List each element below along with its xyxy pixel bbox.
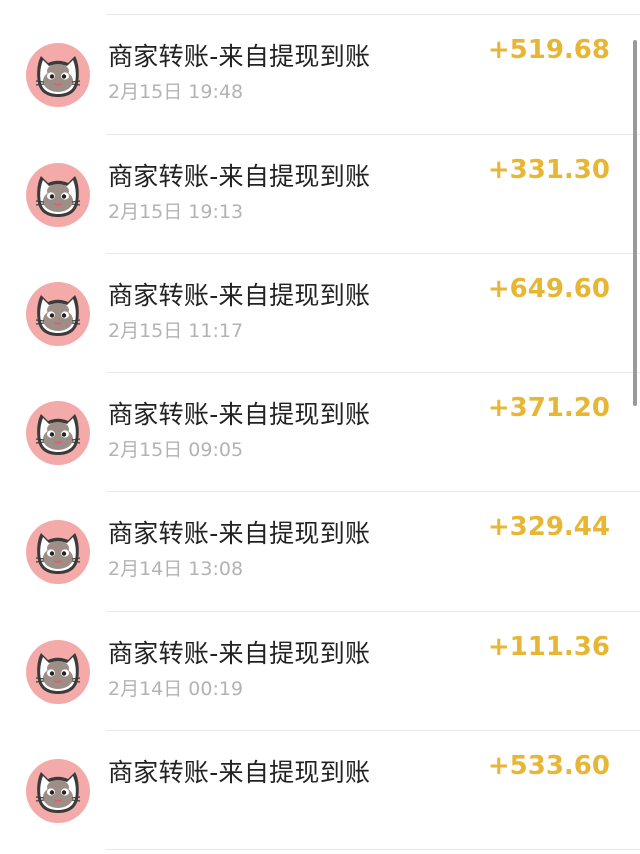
transaction-amount: +519.68 xyxy=(487,35,610,66)
scrollbar[interactable] xyxy=(633,40,637,406)
transaction-title: 商家转账-来自提现到账 xyxy=(108,758,371,788)
transaction-time: 2月15日 11:17 xyxy=(108,319,244,342)
transaction-title: 商家转账-来自提现到账 xyxy=(108,519,371,549)
transaction-row[interactable]: 商家转账-来自提现到账 2月14日 00:19 +111.36 xyxy=(0,612,640,732)
transaction-title: 商家转账-来自提现到账 xyxy=(108,400,371,430)
transaction-title: 商家转账-来自提现到账 xyxy=(108,638,371,668)
transaction-time: 2月15日 19:13 xyxy=(108,200,244,223)
cat-face-icon xyxy=(26,759,90,824)
transaction-row[interactable]: 商家转账-来自提现到账 2月16日 08:02 +484.00 xyxy=(0,0,640,16)
transaction-title: 商家转账-来自提现到账 xyxy=(108,280,371,310)
cat-face-icon xyxy=(26,401,90,466)
transaction-amount: +111.36 xyxy=(487,631,610,662)
transaction-row[interactable]: 商家转账-来自提现到账 2月14日 13:08 +329.44 xyxy=(0,492,640,612)
transaction-row[interactable]: 商家转账-来自提现到账 +533.60 xyxy=(0,731,640,851)
transaction-time: 2月15日 19:48 xyxy=(108,81,244,104)
transaction-amount: +649.60 xyxy=(487,273,610,304)
transaction-amount: +533.60 xyxy=(487,751,610,782)
transaction-row[interactable]: 商家转账-来自提现到账 2月15日 19:13 +331.30 xyxy=(0,135,640,254)
cat-face-icon xyxy=(26,281,90,346)
cat-face-icon xyxy=(26,162,90,227)
transaction-amount: +331.30 xyxy=(487,154,610,185)
cat-face-icon xyxy=(26,43,90,108)
transaction-time: 2月15日 09:05 xyxy=(108,439,244,462)
transaction-time: 2月14日 00:19 xyxy=(108,677,244,700)
transaction-title: 商家转账-来自提现到账 xyxy=(108,161,371,191)
transaction-row[interactable]: 商家转账-来自提现到账 2月15日 09:05 +371.20 xyxy=(0,373,640,493)
row-divider xyxy=(106,849,640,851)
cat-face-icon xyxy=(26,639,90,704)
transaction-row[interactable]: 商家转账-来自提现到账 2月15日 19:48 +519.68 xyxy=(0,15,640,135)
cat-face-icon xyxy=(26,520,90,585)
transaction-title: 商家转账-来自提现到账 xyxy=(108,42,371,72)
transaction-time: 2月14日 13:08 xyxy=(108,558,244,581)
transaction-amount: +329.44 xyxy=(487,512,610,543)
transaction-amount: +371.20 xyxy=(487,393,610,424)
transaction-list: 商家转账-来自提现到账 2月16日 08:02 +484.00 xyxy=(0,0,640,851)
transaction-row[interactable]: 商家转账-来自提现到账 2月15日 11:17 +649.60 xyxy=(0,254,640,374)
